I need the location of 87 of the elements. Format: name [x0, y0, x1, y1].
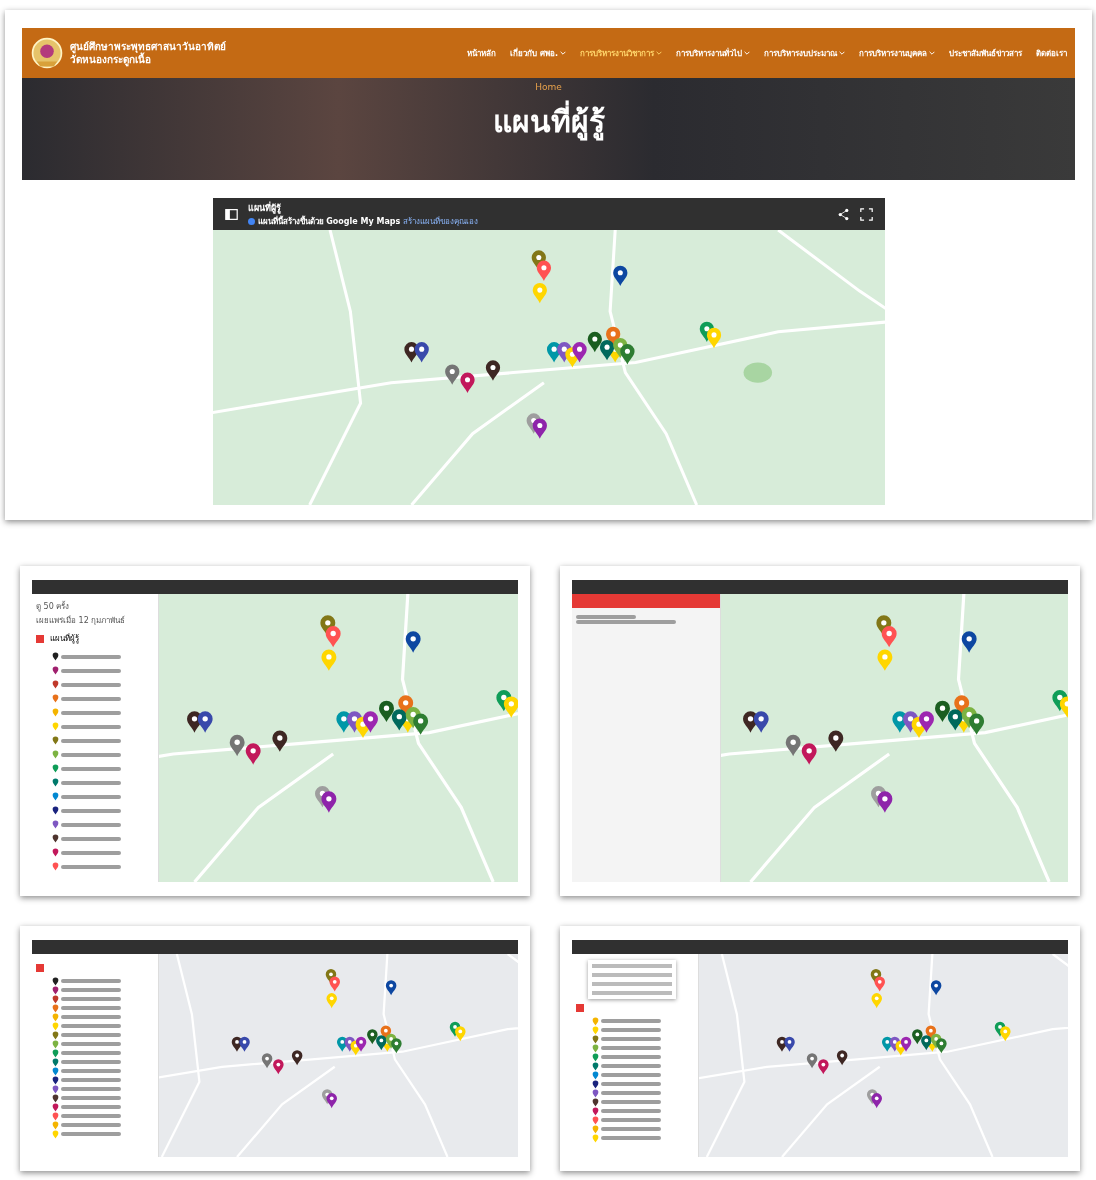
blurred-label-drawing[interactable]	[61, 780, 121, 785]
blurred-label-drawing[interactable]	[61, 710, 121, 715]
blurred-label-drawing[interactable]	[61, 1105, 121, 1109]
site-subtitle: วัดหนองกระดูกเนื้อ	[70, 53, 151, 66]
nav-link[interactable]: ติดต่อเรา	[1036, 46, 1067, 60]
blurred-label-drawing[interactable]	[61, 1132, 121, 1136]
blurred-label-drawing[interactable]	[61, 1069, 121, 1073]
blurred-label-drawing[interactable]	[61, 808, 121, 813]
blurred-label-drawing[interactable]	[61, 1042, 121, 1046]
blurred-label-drawing[interactable]	[601, 1091, 661, 1095]
map-drawing[interactable]	[159, 594, 518, 882]
blurred-label-drawing[interactable]	[61, 696, 121, 701]
breadcrumb-link[interactable]: Home	[535, 82, 562, 92]
blurred-label-drawing[interactable]	[601, 1019, 661, 1023]
info-icon	[247, 217, 255, 225]
blurred-label-drawing[interactable]	[61, 997, 121, 1001]
blurred-label-drawing[interactable]	[61, 988, 121, 992]
layer-name: แผนที่ผู้รู้	[50, 632, 79, 645]
map-title: แผนที่ผู้รู้	[247, 200, 281, 214]
sidebar-toggle-icon[interactable]	[224, 207, 238, 221]
blurred-label-drawing[interactable]	[61, 979, 121, 983]
chevron-down-icon	[929, 51, 935, 55]
blurred-label-drawing[interactable]	[61, 1078, 121, 1082]
blurred-label-drawing[interactable]	[61, 836, 121, 841]
blurred-label-drawing[interactable]	[61, 794, 121, 799]
blurred-label-drawing[interactable]	[61, 752, 121, 757]
blurred-label-drawing[interactable]	[61, 850, 121, 855]
create-map-link[interactable]: สร้างแผนที่ของคุณเอง	[403, 214, 479, 228]
blurred-label-drawing[interactable]	[61, 1015, 121, 1019]
blurred-label-drawing[interactable]	[61, 682, 121, 687]
blurred-label-drawing[interactable]	[61, 724, 121, 729]
blurred-label-drawing[interactable]	[601, 1046, 661, 1050]
blurred-label-drawing[interactable]	[601, 1082, 661, 1086]
chevron-down-icon	[656, 51, 662, 55]
nav-link[interactable]: การบริหารงานบุคคล	[859, 46, 935, 60]
blurred-label-drawing[interactable]	[61, 1024, 121, 1028]
nav-link[interactable]: เกี่ยวกับ ศพอ.	[510, 46, 566, 60]
chevron-down-icon	[839, 51, 845, 55]
blurred-label-drawing[interactable]	[61, 1096, 121, 1100]
blurred-label-drawing[interactable]	[601, 1037, 661, 1041]
blurred-label-drawing[interactable]	[61, 864, 121, 869]
blurred-label-drawing[interactable]	[61, 738, 121, 743]
blurred-label-drawing[interactable]	[601, 1073, 661, 1077]
layer-checkbox[interactable]	[36, 964, 44, 972]
layer-checkbox[interactable]	[576, 1004, 584, 1012]
blurred-label-drawing[interactable]	[61, 1033, 121, 1037]
blurred-label-drawing[interactable]	[601, 1028, 661, 1032]
view-count: ดู 50 ครั้ง	[36, 600, 71, 613]
fullscreen-icon[interactable]	[859, 207, 873, 221]
site-title[interactable]: ศูนย์ศึกษาพระพุทธศาสนาวันอาทิตย์	[70, 40, 226, 53]
emblem-logo-icon	[30, 36, 64, 70]
page-title: แผนที่ผู้รู้	[492, 98, 605, 145]
blurred-label-drawing[interactable]	[601, 1136, 661, 1140]
blurred-label-drawing[interactable]	[61, 822, 121, 827]
menu-item[interactable]	[592, 991, 672, 995]
map-drawing[interactable]	[721, 594, 1068, 882]
blurred-label-drawing[interactable]	[61, 1060, 121, 1064]
blurred-label-drawing[interactable]	[601, 1118, 661, 1122]
chevron-down-icon	[744, 51, 750, 55]
nav-link[interactable]: การบริหารงานทั่วไป	[676, 46, 750, 60]
map-credit-note: แผนที่นี้สร้างขึ้นด้วย Google My Maps	[257, 214, 401, 228]
blurred-label-drawing[interactable]	[601, 1055, 661, 1059]
blurred-label-drawing[interactable]	[61, 1123, 121, 1127]
blurred-label-drawing[interactable]	[601, 1127, 661, 1131]
published-date: เผยแพร่เมื่อ 12 กุมภาพันธ์	[36, 614, 127, 627]
menu-item[interactable]	[592, 973, 672, 977]
blurred-label-drawing[interactable]	[61, 1006, 121, 1010]
blurred-label-drawing[interactable]	[601, 1109, 661, 1113]
nav-link[interactable]: หน้าหลัก	[467, 46, 497, 60]
blurred-label-drawing[interactable]	[601, 1100, 661, 1104]
map-drawing[interactable]	[699, 954, 1068, 1157]
chevron-down-icon	[560, 51, 566, 55]
blurred-label-drawing[interactable]	[61, 766, 121, 771]
blurred-label-drawing[interactable]	[61, 1087, 121, 1091]
blurred-label-drawing[interactable]	[61, 1051, 121, 1055]
nav-link[interactable]: การบริหารงบประมาณ	[764, 46, 845, 60]
blurred-label-drawing[interactable]	[61, 1114, 121, 1118]
nav-link[interactable]: ประชาสัมพันธ์ข่าวสาร	[949, 46, 1022, 60]
blurred-label-drawing[interactable]	[61, 668, 121, 673]
menu-item[interactable]	[592, 982, 672, 986]
map-drawing[interactable]	[159, 954, 518, 1157]
share-icon[interactable]	[836, 207, 850, 221]
layer-checkbox[interactable]	[36, 634, 44, 643]
nav-link[interactable]: การบริหารงานวิชาการ	[580, 46, 662, 60]
menu-item[interactable]	[592, 964, 672, 968]
blurred-label-drawing[interactable]	[61, 654, 121, 659]
blurred-label-drawing[interactable]	[601, 1064, 661, 1068]
